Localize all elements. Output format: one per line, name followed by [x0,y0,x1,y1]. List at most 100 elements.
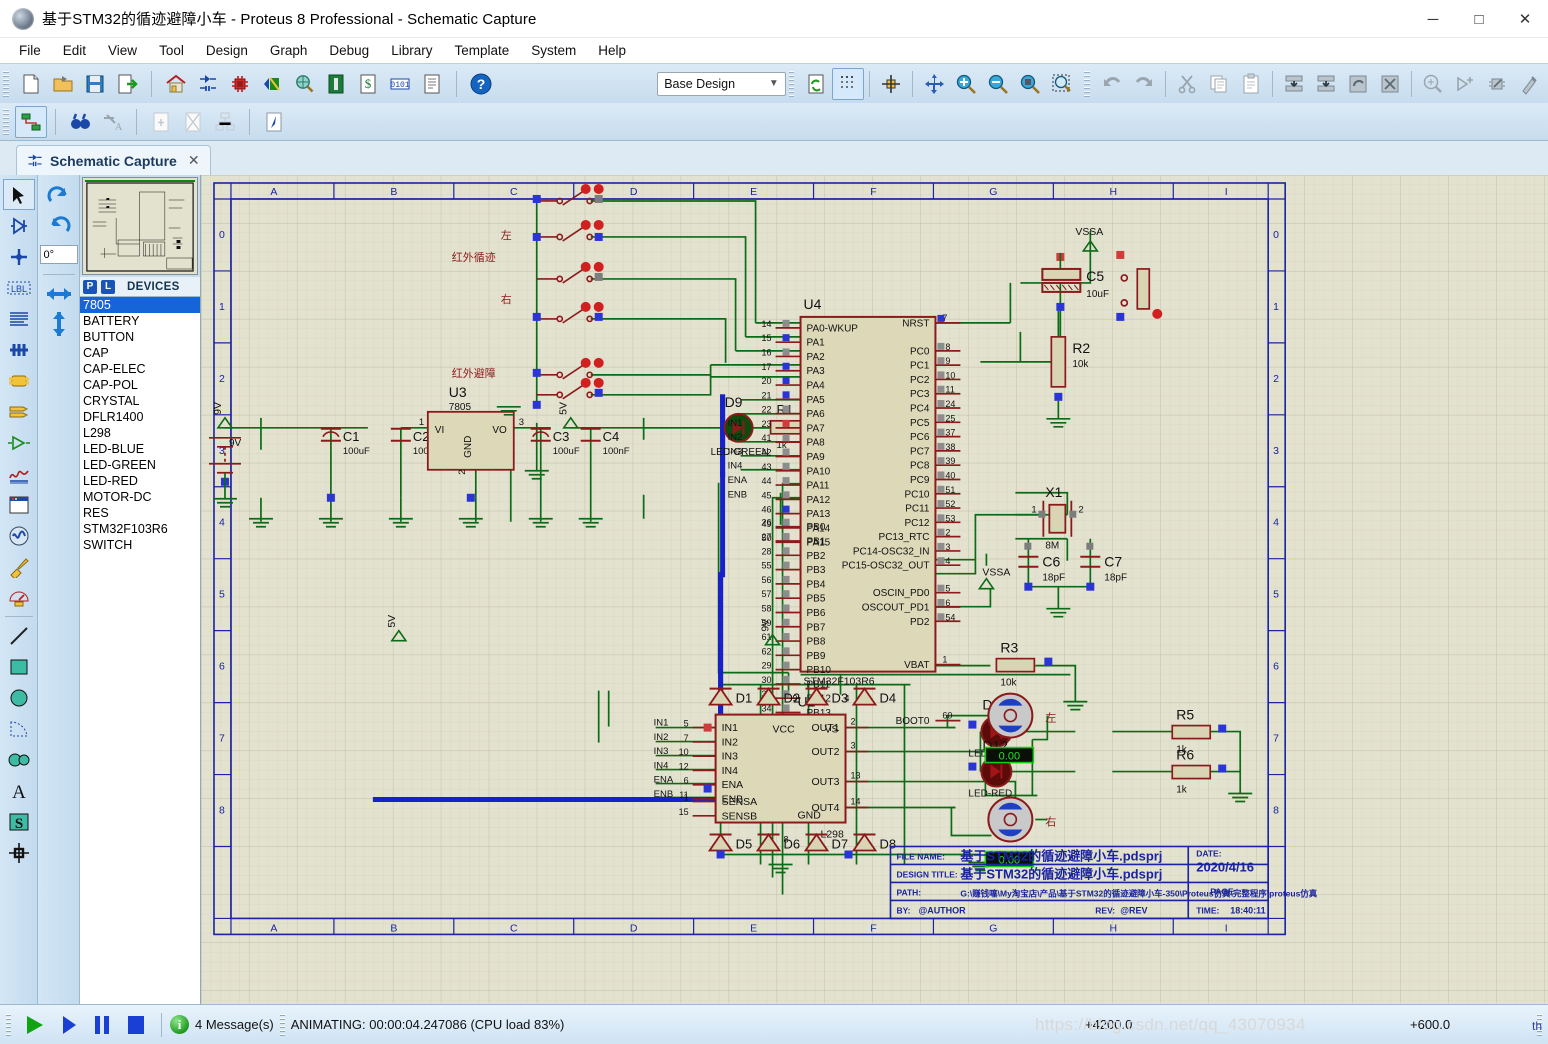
list-item[interactable]: LED-RED [80,473,200,489]
paste-icon[interactable] [1235,68,1267,100]
close-button[interactable]: ✕ [1502,0,1548,38]
wire-autorouter-icon[interactable] [15,105,47,138]
tab-schematic-capture[interactable]: Schematic Capture ✕ [16,145,211,175]
list-item[interactable]: LED-GREEN [80,457,200,473]
copy-icon[interactable] [1203,68,1235,100]
marker-tool-icon[interactable] [3,837,35,868]
mirror-vertical-icon[interactable] [42,309,76,339]
cut-icon[interactable] [1171,68,1203,100]
bom-icon[interactable] [320,68,352,100]
list-item[interactable]: MOTOR-DC [80,489,200,505]
line-tool-icon[interactable] [3,620,35,651]
rotate-counterclockwise-icon[interactable] [42,213,76,243]
minimize-button[interactable]: ─ [1410,0,1456,38]
step-icon[interactable] [51,1010,85,1040]
block-copy-icon[interactable] [1278,68,1310,100]
decompose-icon[interactable] [1513,68,1545,100]
new-file-icon[interactable] [15,68,47,100]
menu-view[interactable]: View [97,40,148,61]
grid-icon[interactable] [832,67,865,100]
pause-icon[interactable] [85,1010,119,1040]
toolbar2-grip[interactable] [3,108,9,135]
component-r3[interactable] [995,657,1036,673]
maximize-button[interactable]: □ [1456,0,1502,38]
menu-edit[interactable]: Edit [52,40,97,61]
devices-list[interactable]: 7805 BATTERY BUTTON CAP CAP-ELEC CAP-POL… [80,297,200,1004]
list-item[interactable]: CAP-POL [80,377,200,393]
save-icon[interactable] [79,68,111,100]
list-item[interactable]: CAP-ELEC [80,361,200,377]
pcb-icon[interactable] [224,68,256,100]
stop-icon[interactable] [119,1010,153,1040]
toolbar-grip-2[interactable] [788,70,795,97]
zoom-out-icon[interactable] [982,68,1014,100]
list-item[interactable]: CRYSTAL [80,393,200,409]
menu-debug[interactable]: Debug [318,40,380,61]
list-item[interactable]: BUTTON [80,329,200,345]
open-folder-icon[interactable] [47,68,79,100]
list-item[interactable]: STM32F103R6 [80,521,200,537]
menu-file[interactable]: File [8,40,52,61]
pick-device-icon[interactable] [1417,68,1449,100]
component-r5[interactable] [1171,724,1212,740]
make-device-icon[interactable] [1449,68,1481,100]
selection-mode-icon[interactable] [2,179,35,210]
path-tool-icon[interactable] [3,744,35,775]
property-assign-icon[interactable]: A [96,106,128,138]
list-item[interactable]: LED-BLUE [80,441,200,457]
help-icon[interactable]: ? [465,68,497,100]
source-code-icon[interactable]: 0101 [384,68,416,100]
menu-design[interactable]: Design [195,40,259,61]
design-selector[interactable]: Base Design ▼ [657,71,786,96]
pan-icon[interactable] [918,68,950,100]
component-mode-icon[interactable] [3,210,35,241]
toolbar-grip-3[interactable] [1084,70,1090,97]
circle-tool-icon[interactable] [3,682,35,713]
schematic-icon[interactable] [192,68,224,100]
tape-recorder-icon[interactable] [3,489,35,520]
component-r6[interactable] [1171,764,1212,780]
generator-icon[interactable] [3,520,35,551]
toolbar-grip[interactable] [3,70,9,97]
list-item[interactable]: CAP [80,345,200,361]
junction-dot-icon[interactable] [3,241,35,272]
report-icon[interactable] [416,68,448,100]
3d-view-icon[interactable] [256,68,288,100]
list-item[interactable]: BATTERY [80,313,200,329]
list-item[interactable]: SWITCH [80,537,200,553]
pick-library-button-l[interactable]: L [101,279,115,294]
schematic-drawing[interactable]: ABC DEF GHI ABC DEF GHI 012 345 678 012 … [201,175,1548,1004]
text-tool-icon[interactable]: A [3,775,35,806]
block-rotate-icon[interactable] [1342,68,1374,100]
menu-system[interactable]: System [520,40,587,61]
bill-of-materials-icon[interactable]: $ [352,68,384,100]
undo-icon[interactable] [1096,68,1128,100]
mirror-horizontal-icon[interactable] [42,279,76,309]
voltage-probe-icon[interactable] [3,551,35,582]
find-icon[interactable] [64,106,96,138]
design-notes-icon[interactable] [258,106,290,138]
list-item[interactable]: L298 [80,425,200,441]
menu-template[interactable]: Template [443,40,520,61]
export-icon[interactable] [111,68,143,100]
text-script-icon[interactable] [3,303,35,334]
subcircuit-icon[interactable] [3,365,35,396]
wire-label-icon[interactable]: LBL [3,272,35,303]
search-design-icon[interactable] [288,68,320,100]
menu-tool[interactable]: Tool [148,40,195,61]
schematic-preview[interactable] [82,177,198,275]
rotate-clockwise-icon[interactable] [42,183,76,213]
arc-tool-icon[interactable] [3,713,35,744]
zoom-area-icon[interactable] [1046,68,1078,100]
play-icon[interactable] [17,1010,51,1040]
menu-library[interactable]: Library [380,40,443,61]
list-item[interactable]: DFLR1400 [80,409,200,425]
block-move-icon[interactable] [1310,68,1342,100]
messages-area[interactable]: i 4 Message(s) [170,1015,274,1034]
origin-icon[interactable] [875,68,907,100]
menu-graph[interactable]: Graph [259,40,319,61]
box-tool-icon[interactable] [3,651,35,682]
zoom-in-icon[interactable] [950,68,982,100]
package-tool-icon[interactable] [1481,68,1513,100]
pick-library-button-p[interactable]: P [83,279,97,294]
